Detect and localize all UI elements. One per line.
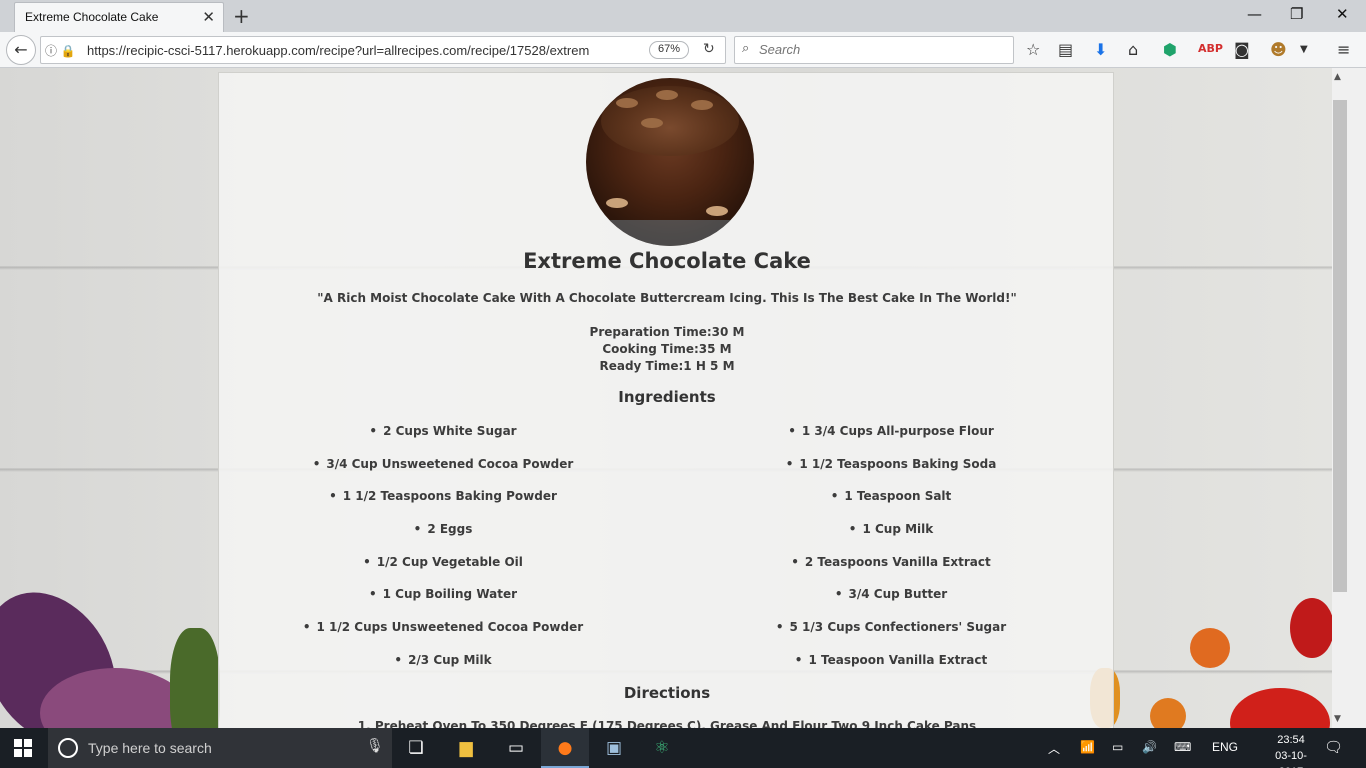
recipe-card: Extreme Chocolate Cake "A Rich Moist Cho…: [218, 72, 1114, 728]
windows-start-icon[interactable]: [14, 739, 32, 757]
ingredient-item: 1 1/2 Teaspoons Baking Powder: [219, 489, 667, 522]
page-background: Extreme Chocolate Cake "A Rich Moist Cho…: [0, 68, 1332, 728]
back-arrow-icon[interactable]: ←: [6, 35, 36, 65]
clock-time: 23:54: [1277, 734, 1305, 746]
prep-time: Preparation Time:30 M: [589, 325, 745, 339]
ingredient-item: 2 Cups White Sugar: [219, 424, 667, 457]
ingredient-item: 3/4 Cup Butter: [667, 587, 1115, 620]
ingredients-heading: Ingredients: [618, 388, 716, 406]
terminal-icon[interactable]: ▭: [492, 728, 540, 768]
ingredient-item: 2/3 Cup Milk: [219, 653, 667, 686]
tab-close-icon[interactable]: ✕: [202, 8, 215, 26]
ingredient-item: 1/2 Cup Vegetable Oil: [219, 555, 667, 588]
minimize-icon[interactable]: —: [1247, 5, 1262, 23]
directions-heading: Directions: [623, 684, 711, 702]
search-bar[interactable]: ⌕: [734, 36, 1014, 64]
restore-icon[interactable]: ❐: [1290, 5, 1303, 23]
keyboard-icon[interactable]: ⌨: [1174, 740, 1191, 754]
tab-bar: Extreme Chocolate Cake ✕ + — ❐ ✕: [0, 0, 1366, 32]
microphone-icon[interactable]: 🎙: [366, 738, 384, 754]
scrollbar-thumb[interactable]: [1333, 100, 1347, 592]
ingredient-item: 1 Cup Milk: [667, 522, 1115, 555]
search-input[interactable]: [759, 42, 999, 57]
library-icon[interactable]: ▤: [1058, 40, 1073, 59]
tomato-decoration: [1230, 688, 1330, 728]
cook-time: Cooking Time:35 M: [602, 342, 732, 356]
ingredient-item: 5 1/3 Cups Confectioners' Sugar: [667, 620, 1115, 653]
ingredient-item: 1 Cup Boiling Water: [219, 587, 667, 620]
ingredient-item: 1 1/2 Cups Unsweetened Cocoa Powder: [219, 620, 667, 653]
system-clock[interactable]: 23:54 03-10-2017: [1266, 732, 1316, 768]
tab-title: Extreme Chocolate Cake: [25, 10, 159, 24]
pepper-decoration: [1290, 598, 1332, 658]
firefox-icon[interactable]: ●: [541, 728, 589, 768]
ingredient-item: 1 3/4 Cups All-purpose Flour: [667, 424, 1115, 457]
ingredient-item: 3/4 Cup Unsweetened Cocoa Powder: [219, 457, 667, 490]
language-indicator[interactable]: ENG: [1212, 740, 1238, 754]
recipe-description: "A Rich Moist Chocolate Cake With A Choc…: [317, 291, 1017, 305]
ingredient-item: 1 Teaspoon Salt: [667, 489, 1115, 522]
reload-icon[interactable]: ↻: [703, 41, 715, 57]
recipe-title: Extreme Chocolate Cake: [523, 249, 811, 273]
menu-icon[interactable]: ≡: [1337, 40, 1350, 59]
task-view-icon[interactable]: ❏: [392, 728, 440, 768]
tomato-decoration: [1150, 698, 1186, 728]
search-icon: ⌕: [742, 41, 750, 56]
home-icon[interactable]: ⌂: [1128, 40, 1138, 59]
ready-time: Ready Time:1 H 5 M: [599, 359, 735, 373]
ingredients-right-list: 1 3/4 Cups All-purpose Flour 1 1/2 Teasp…: [667, 424, 1115, 686]
wifi-icon[interactable]: 📶: [1080, 740, 1095, 754]
recipe-image: [586, 78, 754, 246]
tray-chevron-icon[interactable]: ︿: [1048, 740, 1060, 757]
download-icon[interactable]: ⬇: [1094, 40, 1107, 59]
ingredient-item: 2 Eggs: [219, 522, 667, 555]
overflow-chevron-icon[interactable]: ▼: [1300, 44, 1308, 55]
adblock-icon[interactable]: ABP: [1198, 42, 1223, 55]
volume-icon[interactable]: 🔊: [1142, 740, 1157, 754]
taskbar-search[interactable]: Type here to search 🎙: [48, 728, 392, 768]
bookmark-star-icon[interactable]: ☆: [1026, 40, 1040, 59]
tomato-decoration: [1190, 628, 1230, 668]
nav-bar: ← ⓘ 🔒 https://recipic-csci-5117.herokuap…: [0, 32, 1366, 68]
monkey-icon[interactable]: ☻: [1270, 40, 1287, 59]
url-text[interactable]: https://recipic-csci-5117.herokuapp.com/…: [87, 43, 627, 58]
screenshot-icon[interactable]: ◙: [1234, 40, 1250, 59]
windows-taskbar: Type here to search 🎙 ❏ ▆ ▭ ● ▣ ⚛ ︿ 📶 ▭ …: [0, 728, 1366, 768]
notification-icon[interactable]: 🗨: [1324, 738, 1343, 756]
atom-icon[interactable]: ⚛: [638, 728, 686, 768]
scroll-down-icon[interactable]: ▼: [1334, 714, 1341, 724]
direction-step: 1. Preheat Oven To 350 Degrees F (175 De…: [357, 719, 977, 728]
remote-desktop-icon[interactable]: ▣: [590, 728, 638, 768]
file-explorer-icon[interactable]: ▆: [442, 728, 490, 768]
taskbar-search-placeholder[interactable]: Type here to search: [88, 740, 212, 756]
ingredient-item: 1 Teaspoon Vanilla Extract: [667, 653, 1115, 686]
site-info-icon[interactable]: ⓘ 🔒: [45, 42, 76, 59]
recipe-times: Preparation Time:30 M Cooking Time:35 M …: [219, 324, 1115, 375]
new-tab-icon[interactable]: +: [233, 4, 250, 28]
scroll-up-icon[interactable]: ▲: [1334, 72, 1341, 82]
battery-icon[interactable]: ▭: [1112, 740, 1123, 754]
page-scrollbar[interactable]: ▲ ▼: [1332, 68, 1366, 728]
extension-shield-icon[interactable]: ⬢: [1163, 40, 1177, 59]
ingredients-left-list: 2 Cups White Sugar 3/4 Cup Unsweetened C…: [219, 424, 667, 686]
window-close-icon[interactable]: ✕: [1336, 5, 1349, 23]
cortana-icon: [58, 738, 78, 758]
ingredient-item: 1 1/2 Teaspoons Baking Soda: [667, 457, 1115, 490]
zoom-badge[interactable]: 67%: [649, 41, 690, 59]
zucchini-decoration: [170, 628, 220, 728]
url-bar[interactable]: ⓘ 🔒 https://recipic-csci-5117.herokuapp.…: [40, 36, 726, 64]
clock-date: 03-10-2017: [1275, 750, 1307, 768]
tab-recipe[interactable]: Extreme Chocolate Cake ✕: [14, 2, 224, 32]
ingredient-item: 2 Teaspoons Vanilla Extract: [667, 555, 1115, 588]
